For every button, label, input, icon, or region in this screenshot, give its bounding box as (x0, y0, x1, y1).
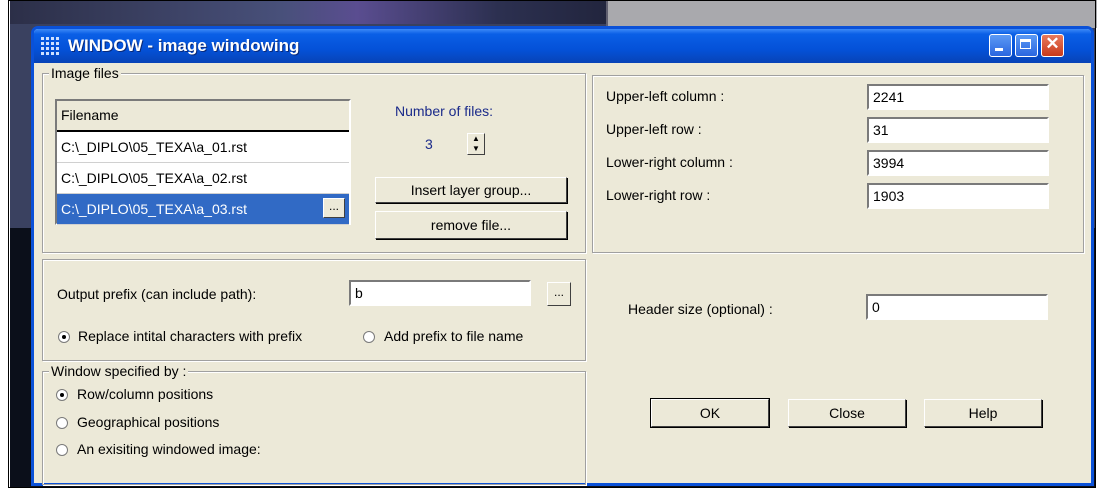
filename-column-header[interactable]: Filename (57, 101, 349, 132)
upper-left-row-label: Upper-left row : (606, 121, 702, 137)
header-size-field[interactable]: 0 (866, 294, 1048, 320)
spin-down-icon[interactable]: ▼ (468, 144, 484, 154)
file-name: C:\_DIPLO\05_TEXA\a_02.rst (61, 170, 247, 186)
add-prefix-label[interactable]: Add prefix to file name (384, 328, 523, 344)
coordinates-panel: Upper-left column : 2241 Upper-left row … (592, 75, 1084, 253)
file-name: C:\_DIPLO\05_TEXA\a_01.rst (61, 139, 247, 155)
browse-file-button[interactable]: ... (323, 198, 345, 218)
file-row[interactable]: C:\_DIPLO\05_TEXA\a_01.rst (57, 132, 349, 163)
geographical-label[interactable]: Geographical positions (77, 414, 219, 430)
output-prefix-label: Output prefix (can include path): (57, 286, 257, 302)
remove-file-button[interactable]: remove file... (375, 211, 567, 239)
geographical-radio[interactable] (56, 417, 68, 429)
window-specified-by-legend: Window specified by : (49, 363, 189, 379)
row-column-radio[interactable] (56, 389, 68, 401)
window-title: WINDOW - image windowing (68, 36, 300, 55)
close-icon: ✕ (1045, 34, 1060, 53)
upper-left-column-field[interactable]: 2241 (867, 84, 1049, 110)
upper-left-row-field[interactable]: 31 (867, 117, 1049, 143)
title-bar[interactable]: WINDOW - image windowing ✕ (34, 29, 1091, 63)
lower-right-row-field[interactable]: 1903 (867, 183, 1049, 209)
minimize-button[interactable] (989, 34, 1012, 57)
dialog-client-area: Image files Filename C:\_DIPLO\05_TEXA\a… (34, 63, 1091, 485)
ok-button[interactable]: OK (650, 398, 770, 428)
output-browse-button[interactable]: ... (547, 282, 571, 306)
replace-prefix-label[interactable]: Replace intital characters with prefix (78, 328, 302, 344)
header-size-label: Header size (optional) : (628, 301, 773, 317)
lower-right-row-label: Lower-right row : (606, 187, 711, 203)
close-window-button[interactable]: ✕ (1041, 34, 1064, 57)
maximize-button[interactable] (1015, 34, 1038, 57)
file-list[interactable]: Filename C:\_DIPLO\05_TEXA\a_01.rst C:\_… (55, 99, 351, 225)
existing-image-radio[interactable] (56, 444, 68, 456)
close-button[interactable]: Close (788, 399, 906, 427)
lower-right-column-field[interactable]: 3994 (867, 150, 1049, 176)
spin-up-icon[interactable]: ▲ (468, 134, 484, 144)
replace-prefix-radio[interactable] (58, 331, 70, 343)
image-files-legend: Image files (49, 65, 121, 81)
row-column-label[interactable]: Row/column positions (77, 386, 213, 402)
output-prefix-panel: Output prefix (can include path): b ... … (42, 259, 586, 361)
output-prefix-field[interactable]: b (349, 280, 531, 306)
number-of-files-value: 3 (425, 136, 433, 152)
help-button[interactable]: Help (924, 399, 1042, 427)
file-row[interactable]: C:\_DIPLO\05_TEXA\a_02.rst (57, 163, 349, 194)
upper-left-column-label: Upper-left column : (606, 88, 725, 104)
app-grid-icon (41, 37, 59, 55)
add-prefix-radio[interactable] (363, 331, 375, 343)
file-name: C:\_DIPLO\05_TEXA\a_03.rst (61, 201, 247, 217)
number-of-files-label: Number of files: (395, 103, 494, 119)
window-specified-by-group: Window specified by : Row/column positio… (42, 363, 586, 485)
image-files-group: Image files Filename C:\_DIPLO\05_TEXA\a… (42, 65, 586, 253)
insert-layer-group-button[interactable]: Insert layer group... (375, 177, 567, 203)
lower-right-column-label: Lower-right column : (606, 154, 733, 170)
file-row-selected[interactable]: C:\_DIPLO\05_TEXA\a_03.rst ... (57, 194, 349, 225)
existing-image-label[interactable]: An exisiting windowed image: (77, 441, 261, 457)
background-window-edge (606, 0, 1097, 28)
image-windowing-dialog: WINDOW - image windowing ✕ Image files F… (31, 26, 1094, 486)
number-of-files-spinner[interactable]: ▲ ▼ (467, 133, 485, 155)
